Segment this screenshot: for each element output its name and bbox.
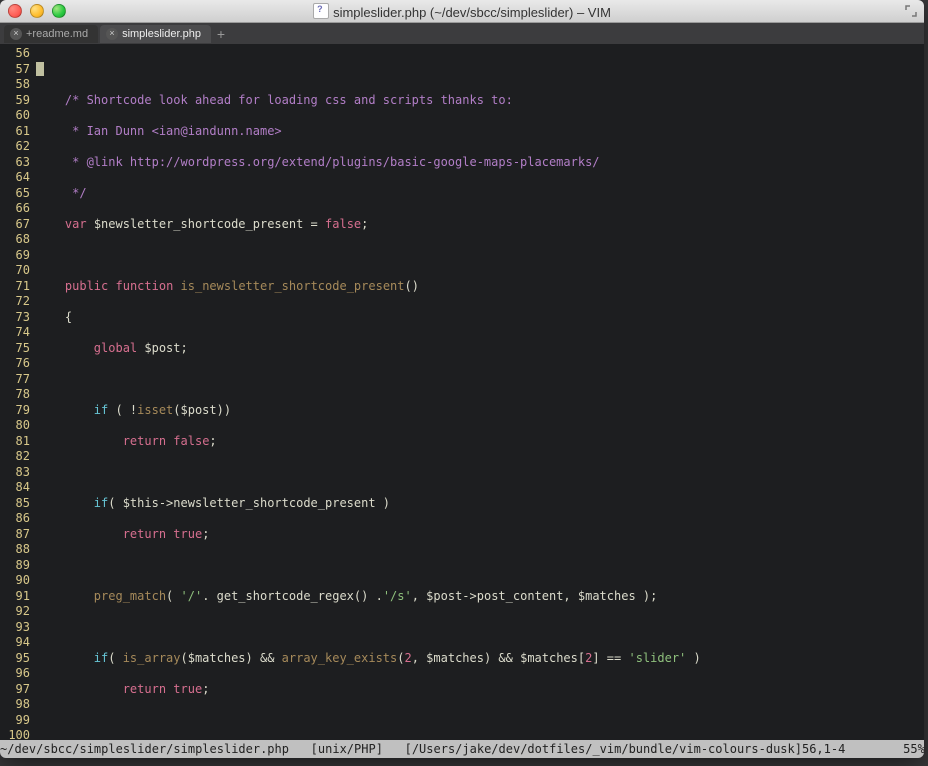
line-number: 62 <box>0 139 30 155</box>
line-number: 65 <box>0 186 30 202</box>
status-bar: ~/dev/sbcc/simpleslider/simpleslider.php… <box>0 740 924 758</box>
new-tab-button[interactable]: + <box>213 26 229 42</box>
close-icon[interactable]: × <box>10 28 22 40</box>
window-title-wrap: simpleslider.php (~/dev/sbcc/simpleslide… <box>0 3 924 20</box>
tab-label: +readme.md <box>26 28 88 40</box>
line-number: 58 <box>0 77 30 93</box>
line-number: 95 <box>0 651 30 667</box>
line-number: 97 <box>0 682 30 698</box>
line-number: 71 <box>0 279 30 295</box>
close-icon[interactable]: × <box>106 28 118 40</box>
line-number: 56 <box>0 46 30 62</box>
line-number: 99 <box>0 713 30 729</box>
minimize-icon[interactable] <box>30 4 44 18</box>
line-number: 76 <box>0 356 30 372</box>
line-number: 78 <box>0 387 30 403</box>
tab-bar: × +readme.md × simpleslider.php + <box>0 23 924 45</box>
line-number: 85 <box>0 496 30 512</box>
line-number: 64 <box>0 170 30 186</box>
line-number: 92 <box>0 604 30 620</box>
tab-label: simpleslider.php <box>122 28 201 40</box>
line-number: 90 <box>0 573 30 589</box>
line-number: 84 <box>0 480 30 496</box>
line-number: 60 <box>0 108 30 124</box>
status-mode: [unix/PHP] <box>311 740 383 758</box>
line-number: 83 <box>0 465 30 481</box>
traffic-lights <box>8 4 66 18</box>
code-content[interactable]: /* Shortcode look ahead for loading css … <box>34 44 924 740</box>
line-number: 72 <box>0 294 30 310</box>
file-icon <box>313 3 329 19</box>
close-icon[interactable] <box>8 4 22 18</box>
window-title: simpleslider.php (~/dev/sbcc/simpleslide… <box>333 5 611 20</box>
line-number: 98 <box>0 697 30 713</box>
line-number: 68 <box>0 232 30 248</box>
line-number: 86 <box>0 511 30 527</box>
line-number: 74 <box>0 325 30 341</box>
line-number: 66 <box>0 201 30 217</box>
tab-readme[interactable]: × +readme.md <box>4 25 98 43</box>
status-extra: [/Users/jake/dev/dotfiles/_vim/bundle/vi… <box>405 740 802 758</box>
line-number: 57 <box>0 62 30 78</box>
line-number: 70 <box>0 263 30 279</box>
line-number: 96 <box>0 666 30 682</box>
line-number: 77 <box>0 372 30 388</box>
editor-area[interactable]: 5657585960616263646566676869707172737475… <box>0 44 924 740</box>
line-number: 73 <box>0 310 30 326</box>
line-number-gutter: 5657585960616263646566676869707172737475… <box>0 44 34 740</box>
line-number: 81 <box>0 434 30 450</box>
line-number: 75 <box>0 341 30 357</box>
line-number: 67 <box>0 217 30 233</box>
zoom-icon[interactable] <box>52 4 66 18</box>
line-number: 80 <box>0 418 30 434</box>
line-number: 82 <box>0 449 30 465</box>
fullscreen-icon[interactable] <box>904 4 918 18</box>
line-number: 89 <box>0 558 30 574</box>
title-bar[interactable]: simpleslider.php (~/dev/sbcc/simpleslide… <box>0 0 924 23</box>
line-number: 93 <box>0 620 30 636</box>
status-percent: 55% <box>903 740 924 758</box>
line-number: 69 <box>0 248 30 264</box>
line-number: 63 <box>0 155 30 171</box>
tab-simpleslider[interactable]: × simpleslider.php <box>100 25 211 43</box>
line-number: 59 <box>0 93 30 109</box>
line-number: 88 <box>0 542 30 558</box>
line-number: 87 <box>0 527 30 543</box>
status-pos: 56,1-4 <box>802 740 845 758</box>
line-number: 94 <box>0 635 30 651</box>
status-path: ~/dev/sbcc/simpleslider/simpleslider.php <box>0 740 289 758</box>
line-number: 91 <box>0 589 30 605</box>
line-number: 61 <box>0 124 30 140</box>
cursor <box>36 62 44 76</box>
app-window: simpleslider.php (~/dev/sbcc/simpleslide… <box>0 0 924 758</box>
line-number: 79 <box>0 403 30 419</box>
